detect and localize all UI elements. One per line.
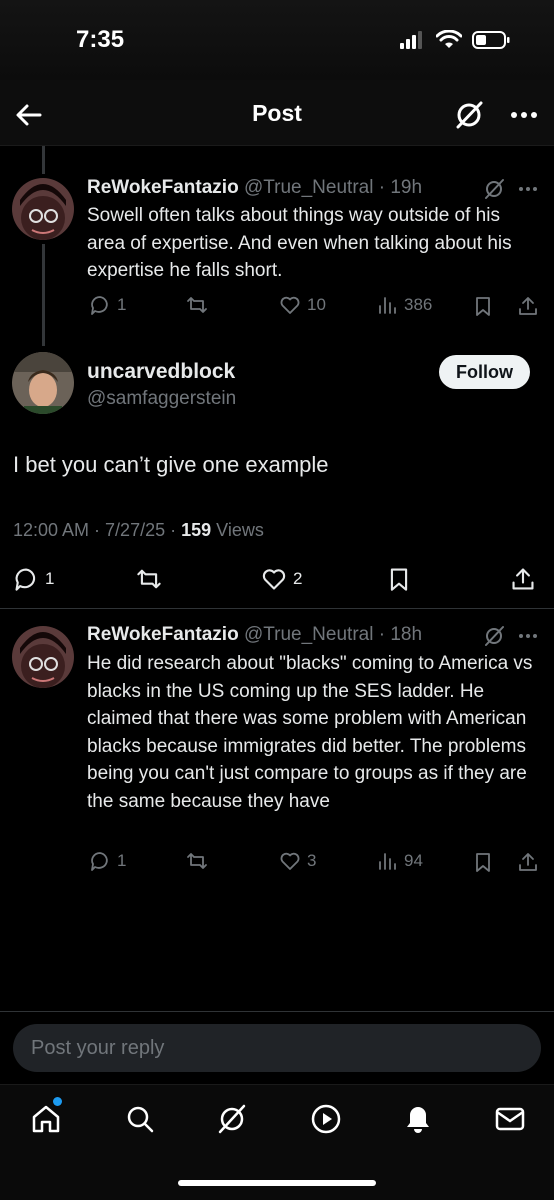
home-indicator — [178, 1180, 376, 1186]
divider — [0, 608, 554, 609]
reply-button[interactable]: 1 — [89, 294, 126, 316]
bookmark-icon[interactable] — [472, 295, 494, 317]
bookmark-button[interactable] — [386, 566, 412, 592]
bookmark-icon — [390, 568, 408, 591]
follow-button[interactable]: Follow — [439, 355, 530, 389]
notification-dot — [53, 1097, 62, 1106]
avatar[interactable] — [12, 178, 74, 240]
share-button[interactable] — [510, 566, 536, 592]
author-handle-time: @True_Neutral · 18h — [243, 624, 423, 645]
views-count: 94 — [404, 851, 423, 870]
like-icon — [280, 852, 300, 870]
like-count: 3 — [307, 851, 317, 870]
views-button[interactable]: 386 — [376, 294, 432, 316]
signal-icon — [400, 31, 422, 49]
share-icon — [512, 568, 534, 590]
reply-icon — [91, 296, 108, 315]
author-name[interactable]: ReWokeFantazio — [87, 624, 239, 645]
status-time: 7:35 — [76, 26, 125, 53]
views-icon — [379, 297, 396, 314]
more-icon[interactable] — [508, 100, 540, 130]
avatar[interactable] — [12, 352, 74, 414]
notifications-icon[interactable] — [402, 1103, 434, 1135]
reply-input[interactable]: Post your reply — [13, 1024, 541, 1072]
wifi-icon — [436, 30, 462, 48]
like-icon — [280, 296, 300, 314]
retweet-button[interactable] — [186, 850, 208, 872]
share-icon[interactable] — [517, 295, 539, 317]
views-count: 159 — [181, 520, 212, 540]
more-icon[interactable] — [517, 178, 539, 200]
like-button[interactable]: 3 — [279, 850, 316, 872]
like-icon — [262, 569, 286, 590]
author-name[interactable]: ReWokeFantazio — [87, 177, 239, 198]
avatar[interactable] — [12, 626, 74, 688]
retweet-button[interactable] — [136, 566, 162, 592]
author-handle-time: @True_Neutral · 19h — [243, 177, 423, 198]
reply-button[interactable]: 1 — [13, 566, 54, 592]
author-line: ReWokeFantazio @True_Neutral · 18h — [87, 624, 422, 646]
search-icon[interactable] — [124, 1103, 156, 1135]
grok-icon[interactable] — [454, 100, 484, 130]
grok-icon[interactable] — [483, 625, 505, 647]
author-name[interactable]: uncarvedblock — [87, 360, 235, 384]
reply-count: 1 — [117, 851, 127, 870]
home-icon[interactable] — [30, 1103, 62, 1135]
thread-line — [42, 146, 45, 174]
reply-count: 1 — [45, 569, 55, 588]
like-count: 2 — [293, 569, 303, 588]
reply-icon — [15, 568, 36, 591]
more-icon[interactable] — [517, 625, 539, 647]
action-bar: 1 2 — [0, 562, 554, 598]
messages-icon[interactable] — [494, 1103, 526, 1135]
retweet-button[interactable] — [186, 294, 208, 316]
post-header: Post — [0, 80, 554, 146]
like-button[interactable]: 10 — [279, 294, 326, 316]
reply-count: 1 — [117, 295, 127, 314]
views-button[interactable]: 94 — [376, 850, 423, 872]
author-handle: @samfaggerstein — [87, 388, 237, 409]
divider — [0, 1011, 554, 1012]
share-icon[interactable] — [517, 851, 539, 873]
reply-icon — [91, 852, 108, 871]
views-label: Views — [211, 520, 264, 540]
like-button[interactable]: 2 — [261, 566, 302, 592]
status-icons — [400, 30, 510, 50]
retweet-icon — [137, 569, 161, 589]
timestamp: 12:00 AM · 7/27/25 · — [13, 520, 182, 540]
video-icon[interactable] — [310, 1103, 342, 1135]
tweet-text: Sowell often talks about things way outs… — [87, 205, 512, 281]
like-count: 10 — [307, 295, 326, 314]
thread-line — [42, 244, 45, 346]
tweet-text: I bet you can’t give one example — [13, 452, 329, 477]
views-count: 386 — [404, 295, 433, 314]
grok-icon[interactable] — [483, 178, 505, 200]
status-bar: 7:35 — [0, 0, 554, 80]
post-metadata: 12:00 AM · 7/27/25 · 159 Views — [13, 520, 264, 541]
tweet-text: He did research about "blacks" coming to… — [87, 653, 533, 812]
battery-icon — [472, 31, 510, 49]
retweet-icon — [187, 853, 207, 869]
grok-icon[interactable] — [216, 1103, 248, 1135]
bookmark-icon[interactable] — [472, 851, 494, 873]
views-icon — [379, 853, 396, 870]
author-line: ReWokeFantazio @True_Neutral · 19h — [87, 177, 422, 199]
retweet-icon — [187, 297, 207, 313]
reply-placeholder: Post your reply — [31, 1037, 165, 1059]
reply-button[interactable]: 1 — [89, 850, 126, 872]
